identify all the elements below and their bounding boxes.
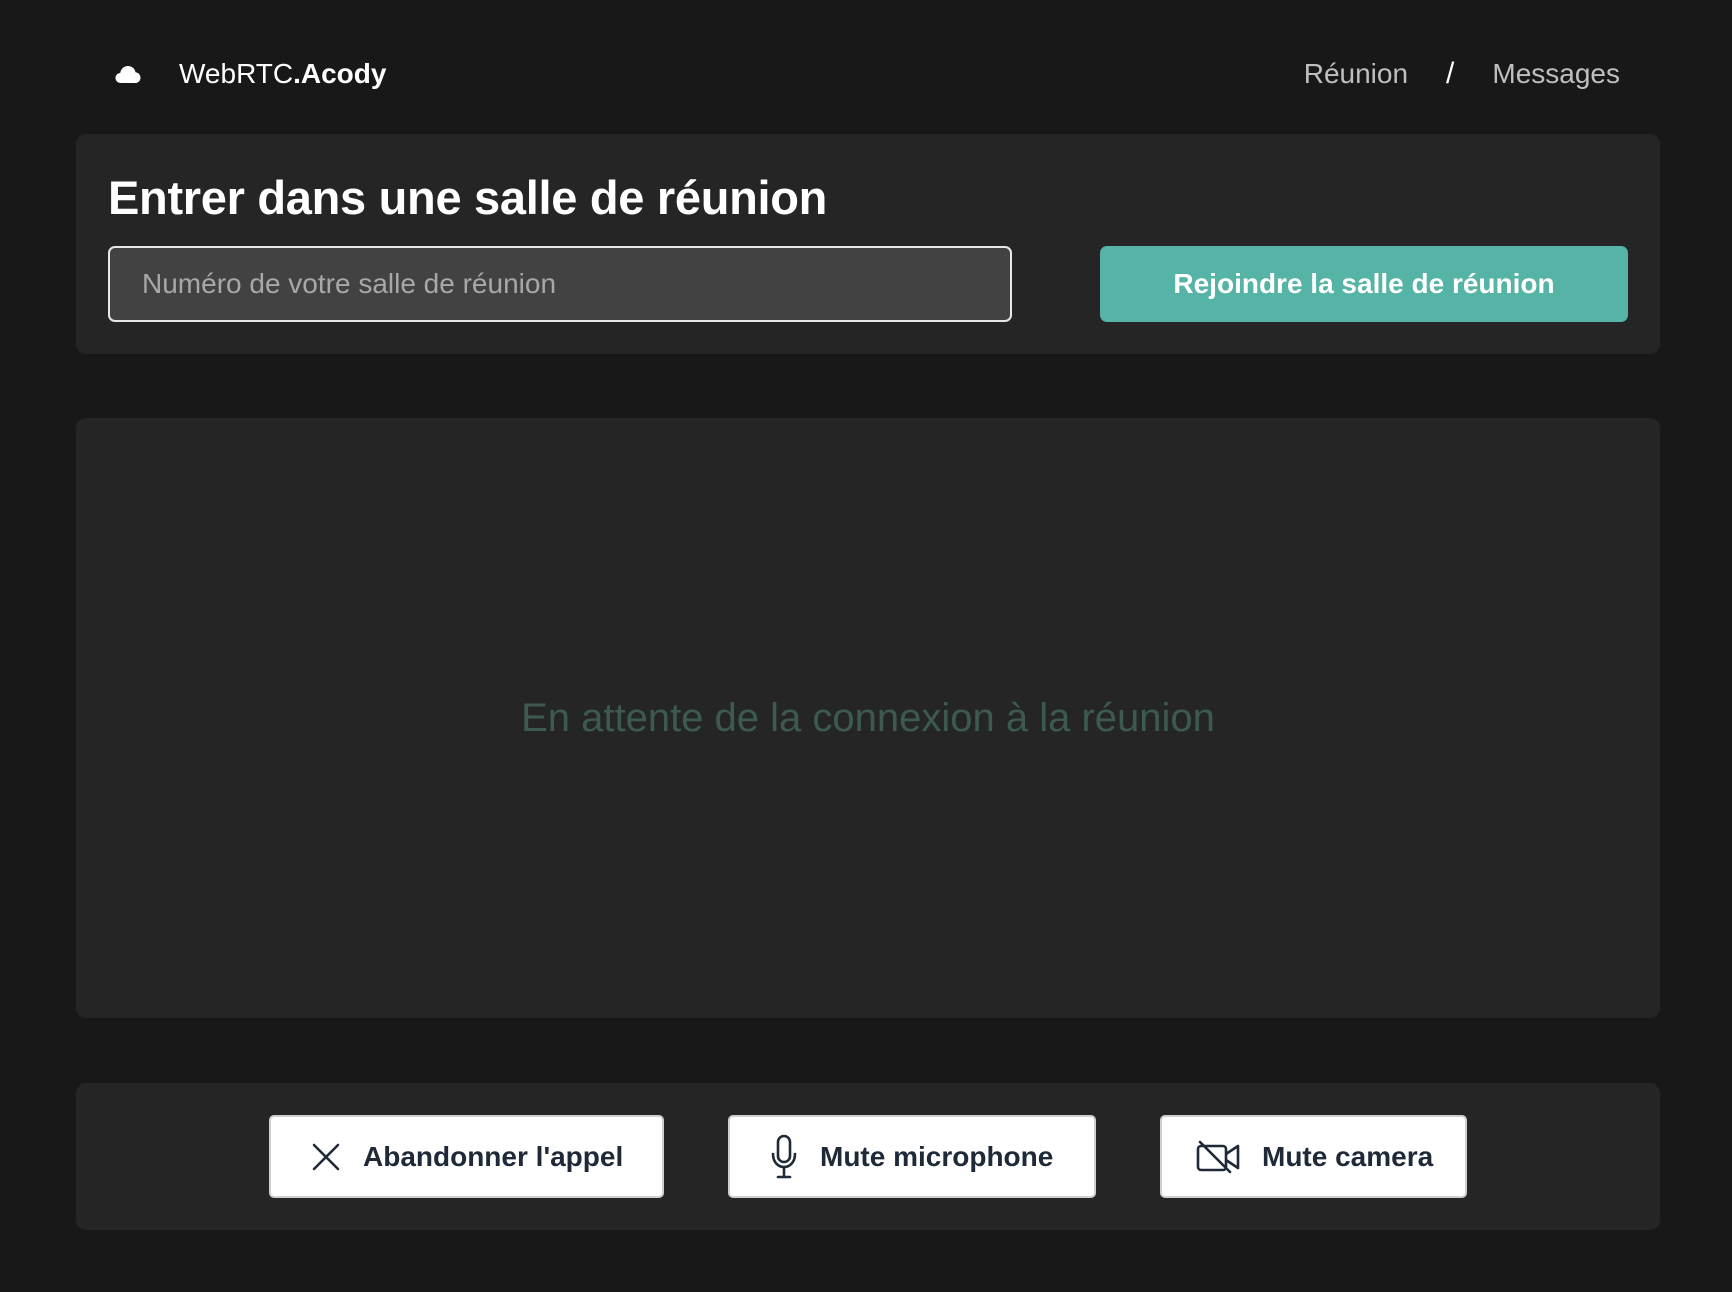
nav-item-reunion[interactable]: Réunion	[1304, 58, 1408, 90]
call-controls-panel: Abandonner l'appel Mute microphone Mute …	[76, 1083, 1660, 1230]
nav-separator: /	[1446, 57, 1455, 90]
connection-status-text: En attente de la connexion à la réunion	[521, 695, 1215, 740]
close-icon	[311, 1142, 341, 1172]
nav-item-messages[interactable]: Messages	[1492, 58, 1620, 90]
camera-off-icon	[1196, 1140, 1240, 1174]
join-room-panel: Entrer dans une salle de réunion Rejoind…	[76, 134, 1660, 354]
microphone-icon	[770, 1134, 798, 1180]
leave-call-button[interactable]: Abandonner l'appel	[269, 1115, 664, 1198]
top-navbar: WebRTC.Acody Réunion / Messages	[0, 0, 1732, 150]
mute-camera-button[interactable]: Mute camera	[1160, 1115, 1467, 1198]
leave-call-label: Abandonner l'appel	[363, 1140, 624, 1172]
mute-microphone-label: Mute microphone	[820, 1140, 1054, 1172]
mute-microphone-button[interactable]: Mute microphone	[728, 1115, 1096, 1198]
join-room-title: Entrer dans une salle de réunion	[108, 171, 828, 224]
join-room-button[interactable]: Rejoindre la salle de réunion	[1100, 246, 1628, 322]
brand-link[interactable]: WebRTC.Acody	[115, 52, 386, 96]
cloud-icon	[115, 63, 141, 85]
brand-name: WebRTC.Acody	[179, 58, 386, 90]
video-area: En attente de la connexion à la réunion	[76, 418, 1660, 1018]
mute-camera-label: Mute camera	[1262, 1140, 1434, 1172]
brand-suffix: .Acody	[293, 58, 387, 89]
room-number-input[interactable]	[108, 246, 1012, 322]
main-nav: Réunion / Messages	[1304, 52, 1620, 96]
brand-prefix: WebRTC	[179, 58, 294, 89]
